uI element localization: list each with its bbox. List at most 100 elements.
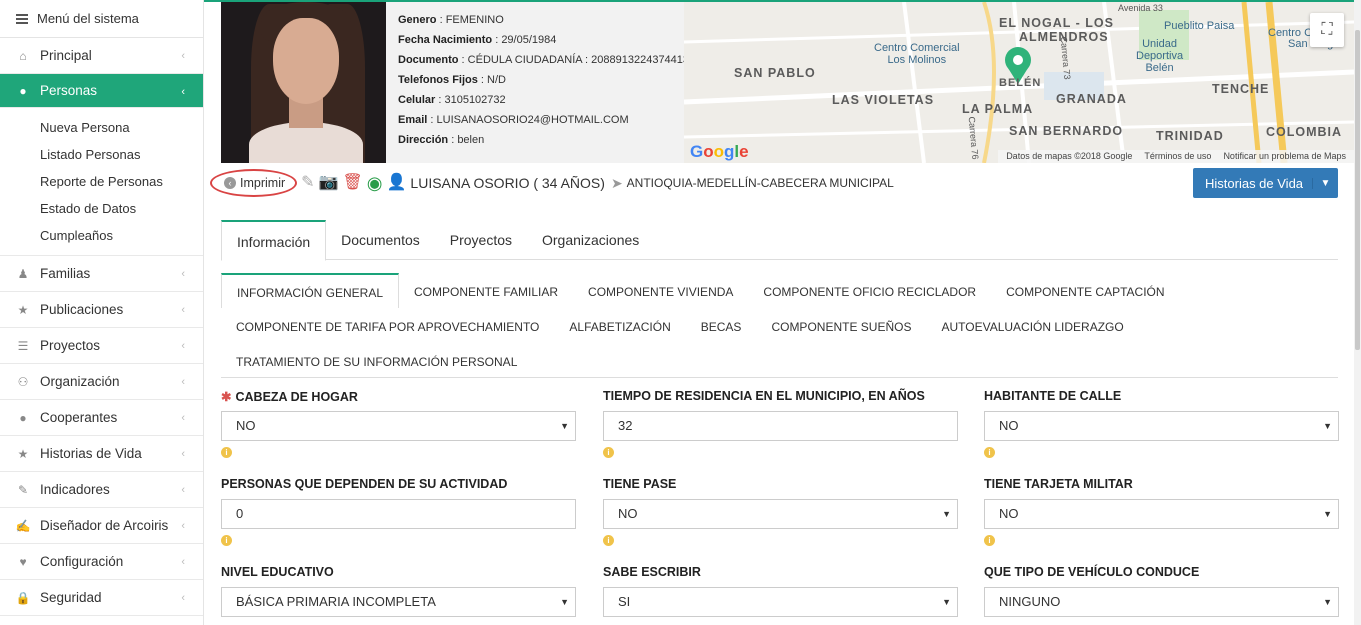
- sidebar-item-personas[interactable]: ● Personas ‹: [0, 74, 203, 108]
- subtab[interactable]: TRATAMIENTO DE SU INFORMACIÓN PERSONAL: [221, 343, 532, 378]
- sidebar-item-dise-ador-de-arcoiris[interactable]: ✍ Diseñador de Arcoiris ‹: [0, 508, 203, 544]
- historias-de-vida-label: Historias de Vida: [1205, 175, 1304, 191]
- map-terms-link[interactable]: Términos de uso: [1144, 150, 1211, 163]
- form-field: PERSONAS QUE DEPENDEN DE SU ACTIVIDAD 0 i: [221, 477, 576, 546]
- sidebar-item-principal[interactable]: ⌂ Principal ‹: [0, 38, 203, 74]
- tab-documentos[interactable]: Documentos: [326, 220, 435, 260]
- caret-down-icon: ▼: [1323, 421, 1332, 431]
- scrollbar-thumb[interactable]: [1355, 30, 1360, 350]
- select-field[interactable]: NO ▼: [984, 499, 1339, 529]
- sidebar-item-organizaci-n[interactable]: ⚇ Organización ‹: [0, 364, 203, 400]
- historias-de-vida-button[interactable]: Historias de Vida ▼: [1193, 168, 1338, 198]
- info-icon[interactable]: i: [221, 535, 232, 546]
- tab-informaci-n[interactable]: Información: [221, 220, 327, 261]
- user-icon: ●: [19, 410, 27, 425]
- input-field[interactable]: 32: [603, 411, 958, 441]
- required-icon: ✱: [221, 390, 232, 404]
- input-field[interactable]: 0: [221, 499, 576, 529]
- chevron-down-icon[interactable]: ▼: [1312, 177, 1338, 189]
- caret-down-icon: ▼: [1323, 509, 1332, 519]
- target-icon[interactable]: ◉: [367, 174, 383, 192]
- trash-icon[interactable]: 🗑: [342, 175, 362, 191]
- field-value: 0: [236, 506, 244, 521]
- sidebar-header-label: Menú del sistema: [37, 11, 139, 26]
- subtab[interactable]: COMPONENTE VIVIENDA: [573, 273, 748, 308]
- subtab[interactable]: AUTOEVALUACIÓN LIDERAZGO: [926, 308, 1138, 343]
- subtab[interactable]: INFORMACIÓN GENERAL: [221, 273, 400, 308]
- subtab[interactable]: BECAS: [686, 308, 757, 343]
- subtab-row: TRATAMIENTO DE SU INFORMACIÓN PERSONAL: [221, 343, 1338, 378]
- map-report-link[interactable]: Notificar un problema de Maps: [1223, 150, 1346, 163]
- sidebar-item-seguridad[interactable]: 🔒 Seguridad ‹: [0, 580, 203, 616]
- field-label: QUE TIPO DE VEHÍCULO CONDUCE: [984, 565, 1339, 583]
- user-icon: 👤: [386, 174, 407, 191]
- google-logo: Google: [690, 142, 749, 161]
- select-field[interactable]: BÁSICA PRIMARIA INCOMPLETA ▼: [221, 587, 576, 617]
- location-map[interactable]: EL NOGAL - LOS ALMENDROS SAN PABLO LAS V…: [684, 2, 1354, 163]
- field-label: ✱ CABEZA DE HOGAR: [221, 389, 576, 407]
- sidebar-item-familias[interactable]: ♟ Familias ‹: [0, 256, 203, 292]
- caret-down-icon: ▼: [942, 509, 951, 519]
- sidebar-item-label: Personas: [40, 83, 98, 98]
- tab-organizaciones[interactable]: Organizaciones: [527, 220, 654, 260]
- map-footer: Datos de mapas ©2018 Google Términos de …: [998, 150, 1354, 163]
- info-icon[interactable]: i: [603, 447, 614, 458]
- sidebar-item-indicadores[interactable]: ✎ Indicadores ‹: [0, 472, 203, 508]
- sidebar-item-publicaciones[interactable]: ★ Publicaciones ‹: [0, 292, 203, 328]
- sidebar-item-proyectos[interactable]: ☰ Proyectos ‹: [0, 328, 203, 364]
- map-label: BELÉN: [999, 77, 1042, 89]
- select-field[interactable]: NINGUNO ▼: [984, 587, 1339, 617]
- profile-field-value: N/D: [487, 74, 506, 86]
- subtab[interactable]: COMPONENTE DE TARIFA POR APROVECHAMIENTO: [221, 308, 554, 343]
- info-icon[interactable]: i: [221, 447, 232, 458]
- sidebar-item-historias-de-vida[interactable]: ★ Historias de Vida ‹: [0, 436, 203, 472]
- profile-row: Celular : 3105102732: [398, 94, 506, 106]
- tab-proyectos[interactable]: Proyectos: [435, 220, 527, 260]
- subtab[interactable]: ALFABETIZACIÓN: [554, 308, 685, 343]
- sidebar-item-label: Indicadores: [40, 482, 110, 497]
- fullscreen-button[interactable]: ⛶: [1310, 13, 1344, 47]
- sidebar-item-configuraci-n[interactable]: ♥ Configuración ‹: [0, 544, 203, 580]
- select-field[interactable]: SI ▼: [603, 587, 958, 617]
- profile-row: Telefonos Fijos : N/D: [398, 74, 506, 86]
- form-field: TIEMPO DE RESIDENCIA EN EL MUNICIPIO, EN…: [603, 389, 958, 458]
- chevron-left-icon: ‹: [181, 304, 185, 316]
- profile-field-value: FEMENINO: [445, 14, 504, 26]
- sidebar-subitem[interactable]: Cumpleaños: [40, 222, 203, 249]
- info-icon[interactable]: i: [984, 447, 995, 458]
- page-scrollbar[interactable]: [1354, 0, 1361, 625]
- sidebar-item-cooperantes[interactable]: ● Cooperantes ‹: [0, 400, 203, 436]
- map-place: Centro Comercial Los Molinos: [874, 42, 960, 66]
- subtab[interactable]: COMPONENTE CAPTACIÓN: [991, 273, 1179, 308]
- sidebar-header[interactable]: Menú del sistema: [0, 0, 203, 38]
- map-label: TRINIDAD: [1156, 129, 1224, 143]
- map-label: SAN PABLO: [734, 66, 816, 80]
- sidebar-subitem[interactable]: Listado Personas: [40, 141, 203, 168]
- location-arrow-icon: ➤: [610, 175, 623, 191]
- subtab[interactable]: COMPONENTE FAMILIAR: [399, 273, 573, 308]
- sidebar-subitem[interactable]: Estado de Datos: [40, 195, 203, 222]
- chevron-left-icon: ‹: [181, 592, 185, 604]
- subtab[interactable]: COMPONENTE SUEÑOS: [756, 308, 926, 343]
- caret-down-icon: ▼: [1323, 597, 1332, 607]
- select-field[interactable]: NO ▼: [984, 411, 1339, 441]
- subtab[interactable]: COMPONENTE OFICIO RECICLADOR: [748, 273, 991, 308]
- info-icon[interactable]: i: [984, 535, 995, 546]
- info-icon[interactable]: i: [603, 535, 614, 546]
- print-button[interactable]: ‹ Imprimir: [210, 169, 298, 197]
- sidebar-item-label: Familias: [40, 266, 91, 281]
- select-field[interactable]: NO ▼: [603, 499, 958, 529]
- select-field[interactable]: NO ▼: [221, 411, 576, 441]
- group-icon: ⚇: [17, 374, 29, 389]
- sidebar-subitem[interactable]: Nueva Persona: [40, 114, 203, 141]
- camera-icon[interactable]: 📷: [319, 175, 339, 191]
- profile-field-label: Telefonos Fijos: [398, 74, 478, 86]
- field-label-text: NIVEL EDUCATIVO: [221, 565, 334, 579]
- form-field: SABE ESCRIBIR SI ▼: [603, 565, 958, 617]
- profile-field-label: Celular: [398, 94, 436, 106]
- profile-field-value: 3105102732: [444, 94, 506, 106]
- field-label-text: TIEMPO DE RESIDENCIA EN EL MUNICIPIO, EN…: [603, 389, 925, 403]
- pencil-icon[interactable]: ✎: [301, 175, 314, 191]
- star-icon: ★: [17, 446, 29, 461]
- sidebar-subitem[interactable]: Reporte de Personas: [40, 168, 203, 195]
